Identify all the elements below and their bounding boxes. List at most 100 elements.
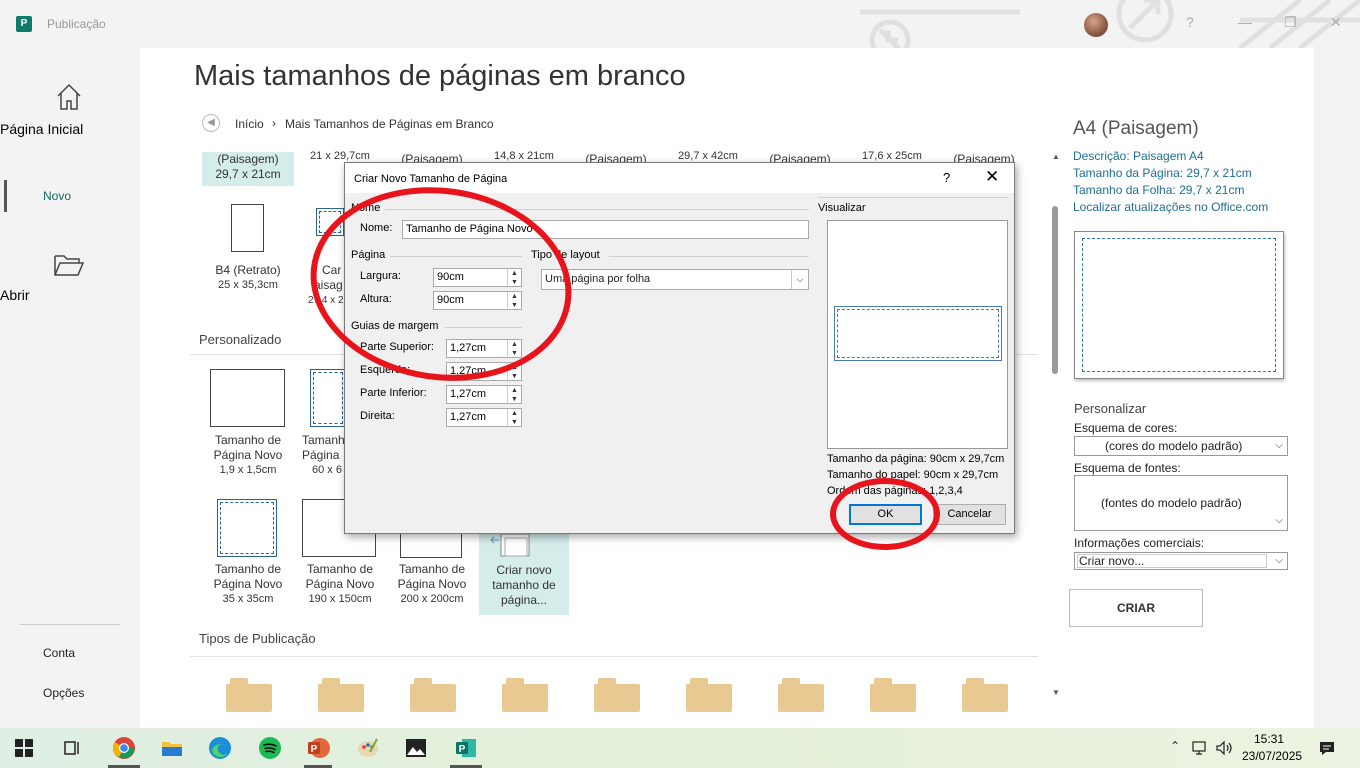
template-size: 35 x 35cm [222,593,274,605]
template-name: Tamanh Página [302,433,345,462]
tray-chevron-icon[interactable]: ⌃ [1170,739,1180,753]
template-thumbnail[interactable] [310,369,346,427]
folder-icon[interactable] [594,678,640,712]
margin-bottom-value: 1,27cm [450,388,487,400]
folder-icon[interactable] [410,678,456,712]
scroll-up-arrow-icon[interactable]: ▲ [1052,152,1060,161]
cancel-button[interactable]: Cancelar [933,504,1006,525]
nav-home[interactable]: Página Inicial [0,82,138,137]
file-explorer-icon[interactable] [160,736,184,760]
template-size: 190 x 150cm [308,593,372,605]
powerpoint-icon[interactable]: P [306,736,330,760]
user-avatar[interactable] [1084,13,1108,37]
template-a4-landscape-selected[interactable]: (Paisagem) 29,7 x 21cm [202,152,294,186]
personalize-heading: Personalizar [1074,401,1147,416]
folder-open-icon [54,255,85,276]
clock-date[interactable]: 23/07/2025 [1242,749,1302,763]
preview-group-label: Visualizar [818,202,866,214]
folder-icon[interactable] [226,678,272,712]
template-name: Tamanho de Página Novo [305,562,375,591]
task-view-icon[interactable] [60,736,84,760]
template-details-panel: A4 (Paisagem) Descrição: Paisagem A4 Tam… [1064,48,1314,728]
new-page-size-icon [490,533,530,557]
nav-home-label: Página Inicial [0,121,84,137]
notification-icon[interactable] [1318,739,1336,757]
folder-icon[interactable] [318,678,364,712]
title-bar: P Publicação ? — ❐ ✕ [0,0,1360,48]
create-button[interactable]: CRIAR [1069,589,1203,627]
close-icon[interactable]: ✕ [1330,14,1342,31]
svg-text:P: P [459,744,466,755]
folder-icon[interactable] [686,678,732,712]
scrollbar-thumb[interactable] [1052,206,1058,374]
font-scheme-value: (fontes do modelo padrão) [1101,496,1242,510]
backstage-nav: Página Inicial Novo Abrir Conta Opções [0,48,138,728]
preview-margin-guide [1082,238,1276,372]
nav-new[interactable]: Novo [0,180,138,212]
template-thumbnail[interactable] [217,499,277,557]
color-scheme-select[interactable]: (cores do modelo padrão) ⌵ [1074,436,1288,456]
paint-icon[interactable] [356,736,380,760]
template-preview [1074,231,1284,379]
spotify-icon[interactable] [258,736,282,760]
margin-right-spinner[interactable]: ▲ ▼ [507,409,521,428]
edge-icon[interactable] [208,736,232,760]
back-arrow-icon[interactable]: ◀ [202,114,220,132]
folder-icon[interactable] [778,678,824,712]
template-custom-1[interactable]: Tamanho de Página Novo 1,9 x 1,5cm [202,433,294,478]
clock-time[interactable]: 15:31 [1254,732,1284,746]
template-thumbnail[interactable] [231,204,264,252]
help-icon[interactable]: ? [1186,14,1194,30]
folder-icon[interactable] [870,678,916,712]
color-scheme-label: Esquema de cores: [1074,421,1178,435]
dialog-help-icon[interactable]: ? [943,170,950,185]
minimize-icon[interactable]: — [1238,14,1252,30]
dialog-title: Criar Novo Tamanho de Página [354,173,508,185]
publisher-logo-icon: P [16,16,32,32]
template-size: 200 x 200cm [400,593,464,605]
template-b4-portrait[interactable]: B4 (Retrato) 25 x 35,3cm [202,263,294,293]
preview-page [834,306,1002,361]
nav-new-label: Novo [43,189,72,203]
template-thumbnail[interactable] [210,369,285,427]
windows-start-icon[interactable] [12,736,36,760]
group-divider [818,197,1008,198]
business-info-value: Criar novo... [1079,554,1145,568]
nav-account[interactable]: Conta [43,646,75,660]
dialog-close-icon[interactable]: ✕ [985,167,999,187]
scroll-down-arrow-icon[interactable]: ▼ [1052,688,1060,697]
margin-right-input[interactable]: 1,27cm ▲ ▼ [446,408,522,428]
font-scheme-select[interactable]: (fontes do modelo padrão) ⌵ [1074,475,1288,531]
template-custom-4[interactable]: Tamanho de Página Novo 190 x 150cm [294,562,386,607]
volume-icon[interactable] [1215,740,1235,756]
template-custom-5[interactable]: Tamanho de Página Novo 200 x 200cm [386,562,478,607]
nav-options[interactable]: Opções [43,686,84,700]
maximize-icon[interactable]: ❐ [1284,14,1297,31]
template-name: Tamanho de Página Novo [213,562,283,591]
template-sheet-size: Tamanho da Folha: 29,7 x 21cm [1073,183,1245,197]
create-new-page-size-tile[interactable]: Criar novo tamanho de página... [479,532,569,615]
red-annotation-circle [830,478,940,550]
folder-icon[interactable] [962,678,1008,712]
business-info-select[interactable]: Criar novo... ⌵ [1074,552,1288,570]
preview-margin-guide [837,309,999,358]
template-name: Tamanho de Página Novo [397,562,467,591]
template-thumbnail[interactable] [400,530,462,558]
template-custom-3[interactable]: Tamanho de Página Novo 35 x 35cm [202,562,294,607]
nav-open[interactable]: Abrir [0,252,138,303]
chrome-icon[interactable] [112,736,136,760]
network-icon[interactable] [1192,740,1210,756]
margin-bottom-input[interactable]: 1,27cm ▲ ▼ [446,385,522,405]
template-page-size: Tamanho da Página: 29,7 x 21cm [1073,166,1252,180]
layout-type-select[interactable]: Uma página por folha ⌵ [541,269,809,290]
nav-selected-indicator [4,180,7,212]
template-custom-2[interactable]: Tamanh Página 60 x 6 [300,433,345,478]
margin-bottom-spinner[interactable]: ▲ ▼ [507,386,521,405]
folder-icon[interactable] [502,678,548,712]
photos-icon[interactable] [404,736,428,760]
publisher-icon[interactable]: P [454,736,478,760]
section-divider [190,656,1038,657]
chevron-down-icon: ⌵ [791,270,808,289]
office-updates-link[interactable]: Localizar atualizações no Office.com [1073,200,1268,214]
breadcrumb-home[interactable]: Início [235,117,264,131]
